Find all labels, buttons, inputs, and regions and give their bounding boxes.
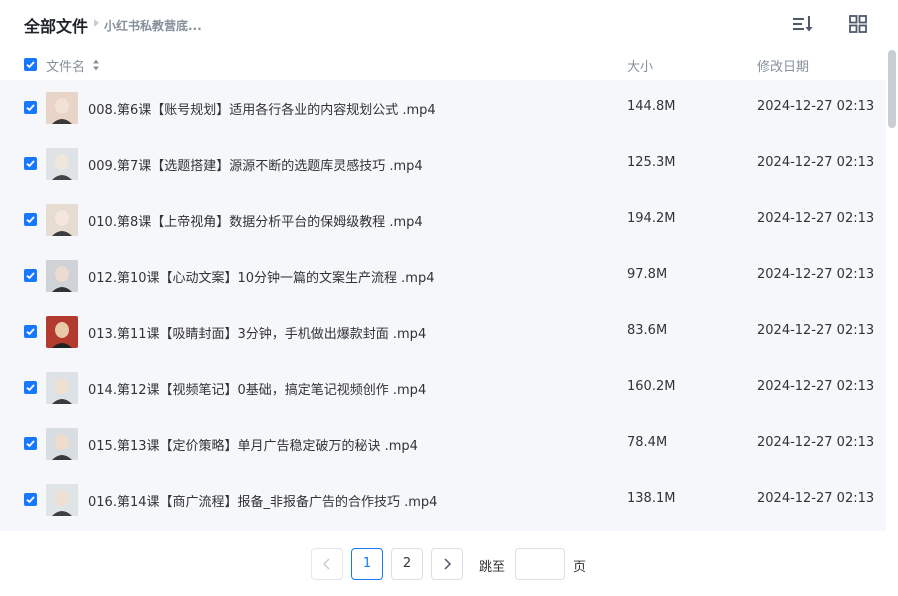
video-thumbnail[interactable] <box>46 372 78 404</box>
scrollbar[interactable] <box>886 48 898 531</box>
file-row[interactable]: 009.第7课【选题搭建】源源不断的选题库灵感技巧 .mp4 125.3M 2024… <box>0 136 886 192</box>
column-size-header[interactable]: 大小 <box>627 56 653 75</box>
row-checkbox[interactable] <box>24 269 37 282</box>
sort-toggle-icon[interactable] <box>92 57 100 71</box>
file-row[interactable]: 014.第12课【视频笔记】0基础，搞定笔记视频创作 .mp4 160.2M 202… <box>0 360 886 416</box>
top-bar: 全部文件 小红书私教营底... <box>0 0 898 48</box>
column-header: 文件名 大小 修改日期 <box>0 48 886 80</box>
grid-view-icon[interactable] <box>846 12 870 36</box>
video-thumbnail[interactable] <box>46 92 78 124</box>
pagination: 1 2 跳至 页 <box>0 548 898 580</box>
video-thumbnail[interactable] <box>46 204 78 236</box>
column-date-header[interactable]: 修改日期 <box>757 56 809 75</box>
row-checkbox[interactable] <box>24 157 37 170</box>
scrollbar-thumb[interactable] <box>888 50 896 128</box>
breadcrumb-current-folder[interactable]: 小红书私教营底... <box>104 17 202 34</box>
row-checkbox[interactable] <box>24 493 37 506</box>
row-checkbox[interactable] <box>24 381 37 394</box>
file-row[interactable]: 016.第14课【商广流程】报备_非报备广告的合作技巧 .mp4 138.1M 20… <box>0 472 886 528</box>
row-checkbox[interactable] <box>24 437 37 450</box>
file-modified-date: 2024-12-27 02:13 <box>757 323 875 338</box>
chevron-left-icon <box>322 558 330 570</box>
row-checkbox[interactable] <box>24 213 37 226</box>
file-size: 125.3M <box>627 155 676 170</box>
file-name[interactable]: 016.第14课【商广流程】报备_非报备广告的合作技巧 .mp4 <box>88 491 437 510</box>
breadcrumb-root[interactable]: 全部文件 <box>24 13 88 37</box>
file-modified-date: 2024-12-27 02:13 <box>757 99 875 114</box>
page-2-button[interactable]: 2 <box>391 548 423 580</box>
file-name[interactable]: 010.第8课【上帝视角】数据分析平台的保姆级教程 .mp4 <box>88 211 423 230</box>
file-name[interactable]: 008.第6课【账号规划】适用各行各业的内容规划公式 .mp4 <box>88 99 436 118</box>
file-modified-date: 2024-12-27 02:13 <box>757 211 875 226</box>
file-modified-date: 2024-12-27 02:13 <box>757 491 875 506</box>
file-modified-date: 2024-12-27 02:13 <box>757 155 875 170</box>
file-size: 78.4M <box>627 435 668 450</box>
file-size: 97.8M <box>627 267 668 282</box>
file-list: 008.第6课【账号规划】适用各行各业的内容规划公式 .mp4 144.8M 202… <box>0 80 886 531</box>
page-1-button[interactable]: 1 <box>351 548 383 580</box>
page-unit-label: 页 <box>573 560 587 575</box>
video-thumbnail[interactable] <box>46 260 78 292</box>
file-size: 138.1M <box>627 491 676 506</box>
file-row[interactable]: 008.第6课【账号规划】适用各行各业的内容规划公式 .mp4 144.8M 202… <box>0 80 886 136</box>
file-row[interactable]: 010.第8课【上帝视角】数据分析平台的保姆级教程 .mp4 194.2M 2024… <box>0 192 886 248</box>
next-page-button[interactable] <box>431 548 463 580</box>
prev-page-button[interactable] <box>311 548 343 580</box>
video-thumbnail[interactable] <box>46 316 78 348</box>
file-name[interactable]: 013.第11课【吸睛封面】3分钟，手机做出爆款封面 .mp4 <box>88 323 426 342</box>
chevron-right-icon <box>444 558 452 570</box>
file-size: 160.2M <box>627 379 676 394</box>
file-size: 83.6M <box>627 323 668 338</box>
video-thumbnail[interactable] <box>46 148 78 180</box>
jump-to-label: 跳至 <box>479 560 506 575</box>
file-modified-date: 2024-12-27 02:13 <box>757 267 875 282</box>
column-name-header[interactable]: 文件名 <box>46 56 85 75</box>
file-size: 144.8M <box>627 99 676 114</box>
file-name[interactable]: 012.第10课【心动文案】10分钟一篇的文案生产流程 .mp4 <box>88 267 434 286</box>
video-thumbnail[interactable] <box>46 428 78 460</box>
file-name[interactable]: 009.第7课【选题搭建】源源不断的选题库灵感技巧 .mp4 <box>88 155 423 174</box>
file-modified-date: 2024-12-27 02:13 <box>757 379 875 394</box>
file-name[interactable]: 014.第12课【视频笔记】0基础，搞定笔记视频创作 .mp4 <box>88 379 426 398</box>
file-modified-date: 2024-12-27 02:13 <box>757 435 875 450</box>
file-name[interactable]: 015.第13课【定价策略】单月广告稳定破万的秘诀 .mp4 <box>88 435 418 454</box>
file-row[interactable]: 012.第10课【心动文案】10分钟一篇的文案生产流程 .mp4 97.8M 202… <box>0 248 886 304</box>
row-checkbox[interactable] <box>24 325 37 338</box>
row-checkbox[interactable] <box>24 101 37 114</box>
file-size: 194.2M <box>627 211 676 226</box>
select-all-checkbox[interactable] <box>24 58 37 71</box>
video-thumbnail[interactable] <box>46 484 78 516</box>
breadcrumb-separator-icon <box>94 19 99 27</box>
file-row[interactable]: 015.第13课【定价策略】单月广告稳定破万的秘诀 .mp4 78.4M 2024-… <box>0 416 886 472</box>
jump-page-input[interactable] <box>515 548 565 580</box>
sort-list-icon[interactable] <box>790 12 814 36</box>
file-row[interactable]: 013.第11课【吸睛封面】3分钟，手机做出爆款封面 .mp4 83.6M 2024… <box>0 304 886 360</box>
